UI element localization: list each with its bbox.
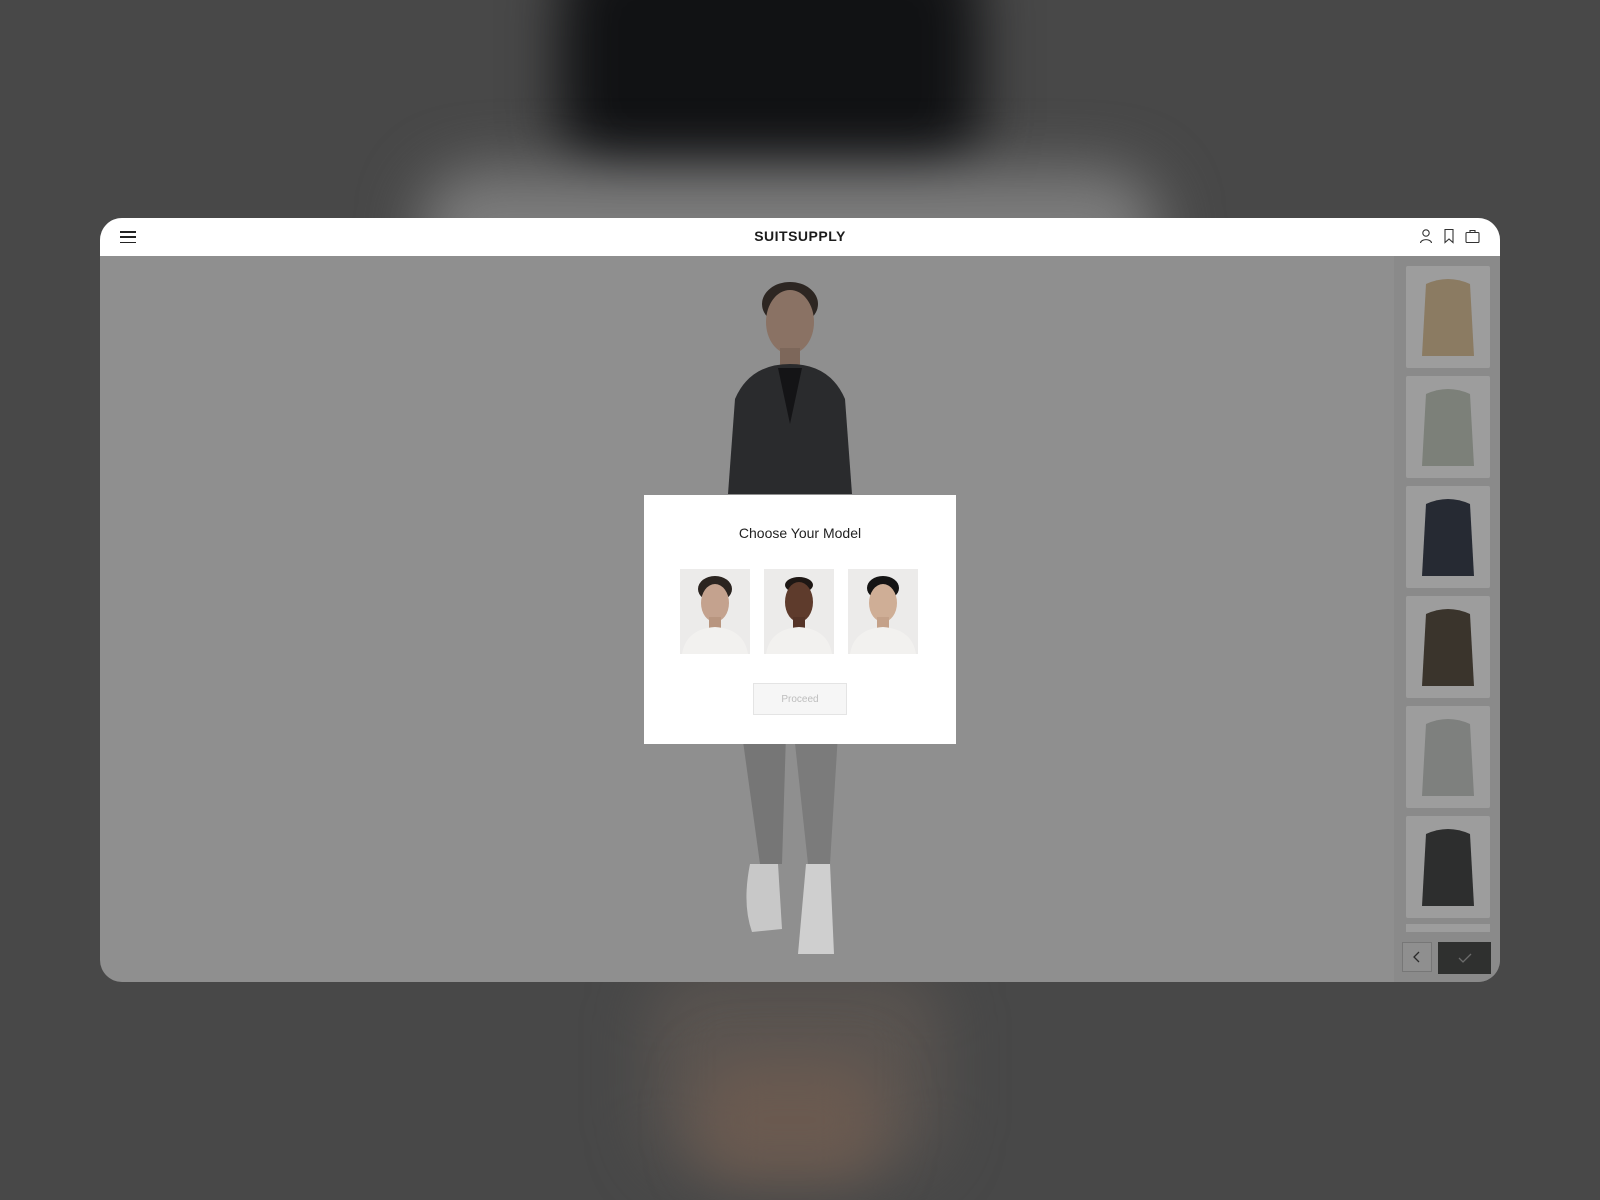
jacket-rail <box>1394 256 1500 982</box>
rail-controls <box>1402 942 1491 974</box>
previous-button[interactable] <box>1402 942 1432 972</box>
check-icon <box>1458 953 1471 963</box>
proceed-button[interactable]: Proceed <box>753 683 847 715</box>
jacket-thumb[interactable] <box>1406 706 1490 808</box>
model-option[interactable] <box>680 569 750 654</box>
model-options <box>680 569 918 654</box>
header-actions <box>1419 228 1480 244</box>
model-option[interactable] <box>764 569 834 654</box>
account-icon[interactable] <box>1419 228 1433 244</box>
background-blur-shape <box>560 0 980 180</box>
dialog-title: Choose Your Model <box>738 525 862 541</box>
model-option[interactable] <box>848 569 918 654</box>
jacket-thumb[interactable] <box>1406 596 1490 698</box>
top-bar: SUITSUPPLY <box>100 218 1500 256</box>
jacket-thumb[interactable] <box>1406 266 1490 368</box>
jacket-thumb[interactable] <box>1406 486 1490 588</box>
bag-icon[interactable] <box>1465 228 1480 244</box>
brand-logo[interactable]: SUITSUPPLY <box>100 228 1500 244</box>
bookmark-icon[interactable] <box>1443 228 1455 244</box>
chevron-left-icon <box>1413 951 1420 963</box>
background-blur-shape <box>700 1060 880 1180</box>
jacket-thumb[interactable] <box>1406 376 1490 478</box>
confirm-button[interactable] <box>1438 942 1491 974</box>
jacket-thumb-peek <box>1406 924 1490 932</box>
choose-model-dialog: Choose Your Model Proceed <box>644 495 956 744</box>
jacket-thumb[interactable] <box>1406 816 1490 918</box>
